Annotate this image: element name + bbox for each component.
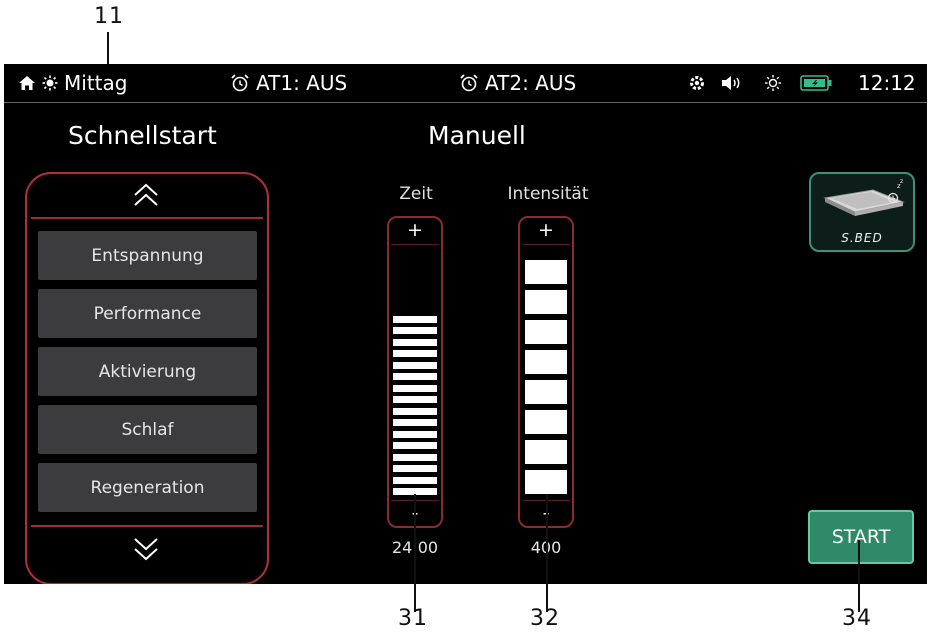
manual-title: Manuell	[428, 121, 526, 150]
callout-31-line	[414, 494, 416, 612]
status-bar: Mittag AT1: AUS AT2: AUS 12:12	[4, 64, 927, 102]
scroll-up-icon[interactable]	[131, 182, 161, 210]
panel-top-divider	[31, 217, 263, 219]
level-bar	[393, 373, 437, 380]
level-bar	[393, 315, 437, 323]
quickstart-title: Schnellstart	[68, 121, 217, 150]
alarm-1[interactable]: AT1: AUS	[230, 70, 347, 96]
home-icon[interactable]	[18, 70, 36, 96]
start-button[interactable]: START	[808, 510, 914, 564]
level-bar	[525, 470, 567, 494]
level-bar	[393, 327, 437, 334]
level-bar	[393, 430, 437, 438]
callout-11: 11	[94, 4, 124, 29]
device-select-button[interactable]: z z S.BED	[809, 172, 915, 252]
alarm-1-label: AT1: AUS	[256, 71, 348, 95]
alarm-2-label: AT2: AUS	[485, 71, 577, 95]
level-bar	[393, 419, 437, 426]
preset-regeneration-button[interactable]: Regeneration	[38, 463, 257, 512]
brightness-icon[interactable]	[764, 70, 782, 96]
sun-icon	[42, 70, 58, 96]
time-label: Zeit	[399, 184, 433, 204]
level-bar	[393, 476, 437, 484]
callout-34-line	[858, 540, 860, 612]
preset-list-panel: Entspannung Performance Aktivierung Schl…	[25, 172, 269, 584]
svg-text:z: z	[900, 178, 903, 185]
intensity-level-bars	[520, 218, 572, 526]
gear-icon[interactable]	[688, 70, 706, 96]
preset-aktivierung-button[interactable]: Aktivierung	[38, 347, 257, 396]
alarm-clock-icon	[231, 74, 249, 92]
level-bar	[393, 361, 437, 369]
panel-bottom-divider	[31, 525, 263, 527]
level-bar	[393, 407, 437, 415]
level-bar	[393, 338, 437, 346]
preset-schlaf-button[interactable]: Schlaf	[38, 405, 257, 454]
level-bar	[525, 290, 567, 314]
level-bar	[525, 320, 567, 344]
bed-icon: z z	[823, 178, 905, 216]
battery-icon	[800, 70, 832, 96]
scroll-down-icon[interactable]	[131, 534, 161, 562]
mode-label[interactable]: Mittag	[64, 70, 127, 96]
device-screen: Mittag AT1: AUS AT2: AUS 12:12 Schnellst…	[4, 64, 927, 584]
time-slider[interactable]: + -	[387, 216, 443, 528]
callout-32: 32	[530, 606, 560, 631]
device-label: S.BED	[841, 231, 883, 245]
level-bar	[393, 442, 437, 449]
callout-31: 31	[398, 606, 428, 631]
level-bar	[393, 396, 437, 403]
level-bar	[525, 410, 567, 434]
speaker-icon[interactable]	[720, 70, 744, 96]
level-bar	[525, 440, 567, 464]
level-bar	[525, 380, 567, 404]
preset-performance-button[interactable]: Performance	[38, 289, 257, 338]
preset-entspannung-button[interactable]: Entspannung	[38, 231, 257, 280]
alarm-2[interactable]: AT2: AUS	[459, 70, 576, 96]
time-level-bars	[389, 218, 441, 526]
callout-34: 34	[842, 606, 872, 631]
callout-32-line	[546, 494, 548, 612]
status-divider	[4, 102, 927, 103]
level-bar	[393, 384, 437, 392]
intensity-slider[interactable]: + -	[518, 216, 574, 528]
level-bar	[525, 350, 567, 374]
clock: 12:12	[858, 71, 916, 95]
level-bar	[393, 465, 437, 472]
intensity-label: Intensität	[507, 184, 589, 204]
alarm-clock-icon	[460, 74, 478, 92]
level-bar	[393, 350, 437, 357]
level-bar	[525, 260, 567, 284]
level-bar	[393, 453, 437, 461]
